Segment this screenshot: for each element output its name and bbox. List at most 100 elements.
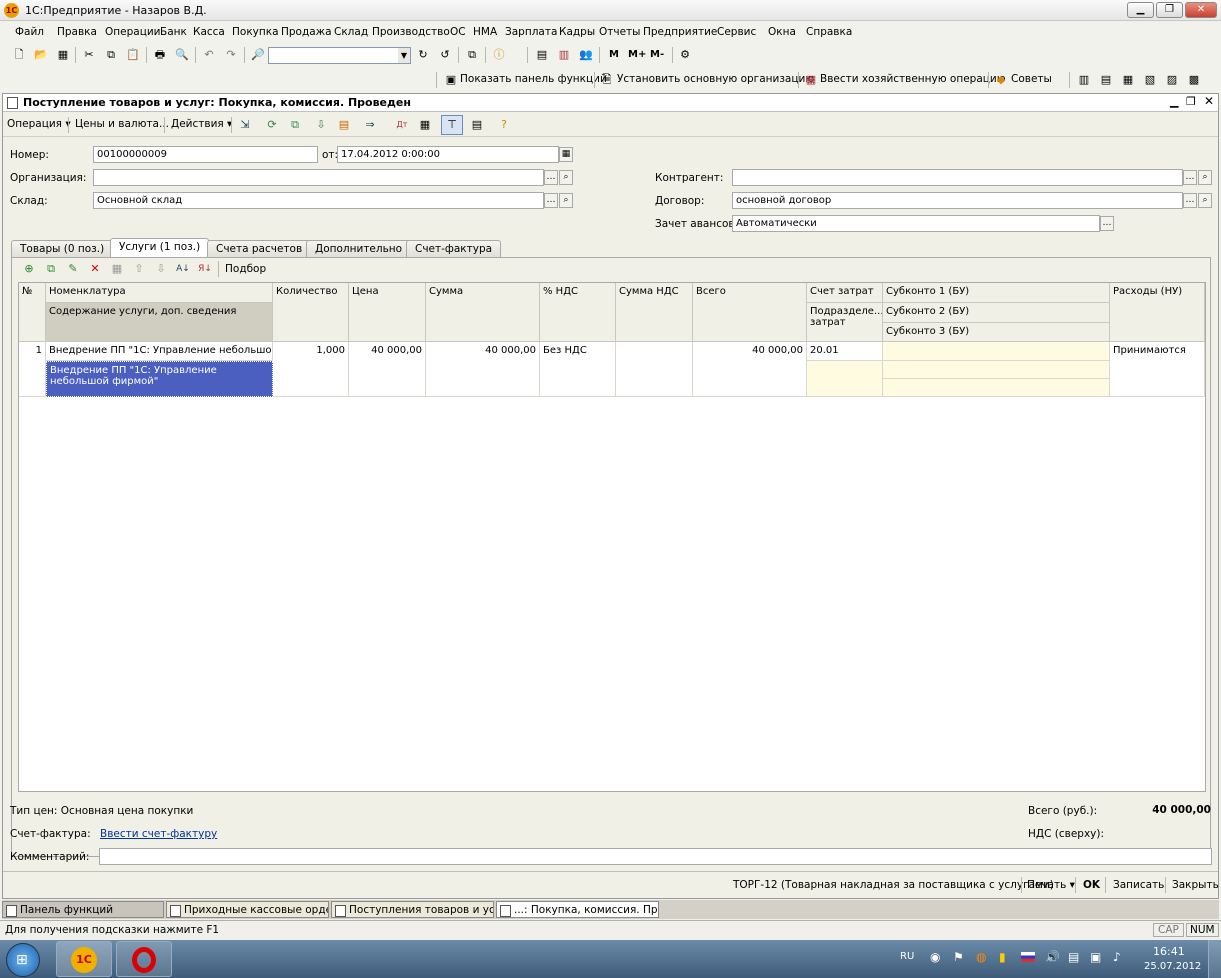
- structure-icon[interactable]: ▦: [1121, 73, 1135, 87]
- redo-icon[interactable]: ↷: [224, 48, 238, 62]
- print-settings-icon[interactable]: ⇒: [363, 118, 377, 132]
- cell-subconto3[interactable]: [883, 379, 1110, 397]
- filter-toggle-button[interactable]: ⊤: [441, 115, 463, 135]
- menu-windows[interactable]: Окна: [768, 26, 796, 38]
- task-current-document[interactable]: ...: Покупка, комиссия. Про...: [496, 901, 659, 918]
- doc-close-button[interactable]: ✕: [1204, 94, 1214, 108]
- language-indicator[interactable]: RU: [900, 951, 914, 962]
- menu-service[interactable]: Сервис: [717, 26, 756, 38]
- dt-kt-icon[interactable]: Дт: [395, 118, 409, 132]
- taskbar-1c-app[interactable]: 1С: [56, 941, 112, 977]
- cell-sum[interactable]: 40 000,00: [426, 342, 540, 397]
- cell-nomenclature[interactable]: Внедрение ПП "1С: Управление небольшо...: [46, 342, 273, 361]
- advance-field[interactable]: Автоматически: [732, 215, 1100, 232]
- settings-icon[interactable]: ⚙: [678, 48, 692, 62]
- show-panel-button[interactable]: Показать панель функций: [460, 73, 607, 85]
- task-goods-receipts[interactable]: Поступления товаров и услуг: [331, 901, 494, 918]
- print-menu-button[interactable]: Печать ▾: [1027, 879, 1075, 891]
- contract-select-button[interactable]: …: [1183, 193, 1197, 208]
- tab-invoice[interactable]: Счет-фактура: [406, 240, 502, 257]
- torg12-button[interactable]: ТОРГ-12 (Товарная накладная за поставщик…: [733, 879, 1054, 891]
- cell-qty[interactable]: 1,000: [273, 342, 349, 397]
- move-up-icon[interactable]: ⇧: [132, 262, 146, 276]
- contractor-select-button[interactable]: …: [1183, 170, 1197, 185]
- menu-fixed-assets[interactable]: ОС: [450, 26, 466, 38]
- menu-intangibles[interactable]: НМА: [473, 26, 497, 38]
- find-prev-icon[interactable]: ↺: [438, 48, 452, 62]
- memory-plus-button[interactable]: M+: [628, 49, 646, 60]
- cell-vat-sum[interactable]: [616, 342, 693, 397]
- config-icon[interactable]: ▩: [1187, 73, 1201, 87]
- contractor-field[interactable]: [732, 169, 1183, 186]
- move-down-icon[interactable]: ⇩: [154, 262, 168, 276]
- cell-price[interactable]: 40 000,00: [349, 342, 426, 397]
- windows-icon[interactable]: ⧉: [465, 48, 479, 62]
- menu-edit[interactable]: Правка: [57, 26, 97, 38]
- menu-salary[interactable]: Зарплата: [505, 26, 557, 38]
- menu-bank[interactable]: Банк: [160, 26, 187, 38]
- chevron-down-icon[interactable]: ▼: [398, 48, 410, 63]
- tab-goods[interactable]: Товары (0 поз.): [11, 240, 114, 257]
- menu-enterprise[interactable]: Предприятие: [643, 26, 717, 38]
- cell-account[interactable]: 20.01: [807, 342, 883, 361]
- undo-icon[interactable]: ↶: [202, 48, 216, 62]
- save-button[interactable]: Записать: [1113, 879, 1164, 891]
- flag-icon[interactable]: ⚑: [953, 950, 964, 964]
- search-input[interactable]: ▼: [268, 47, 411, 64]
- calendar-icon[interactable]: ▥: [557, 48, 571, 62]
- start-button[interactable]: ⊞: [6, 943, 40, 977]
- date-field[interactable]: 17.04.2012 0:00:00: [337, 146, 559, 163]
- col-header-total[interactable]: Всего: [693, 283, 807, 342]
- users-icon[interactable]: 👥: [579, 48, 593, 62]
- col-header-qty[interactable]: Количество: [273, 283, 349, 342]
- menu-reports[interactable]: Отчеты: [599, 26, 640, 38]
- open-folder-icon[interactable]: 📂: [34, 48, 48, 62]
- columns-icon[interactable]: ▤: [470, 118, 484, 132]
- tab-additional[interactable]: Дополнительно: [306, 240, 412, 257]
- cell-content[interactable]: Внедрение ПП "1С: Управление небольшой ф…: [46, 361, 273, 397]
- display-icon[interactable]: ▣: [1090, 950, 1101, 964]
- memory-minus-button[interactable]: M-: [650, 49, 664, 60]
- org-field[interactable]: [93, 169, 544, 186]
- tree-icon[interactable]: ▤: [1099, 73, 1113, 87]
- sort-asc-icon[interactable]: A↓: [176, 262, 190, 276]
- org-select-button[interactable]: …: [544, 170, 558, 185]
- cell-dept[interactable]: [807, 361, 883, 397]
- end-edit-icon[interactable]: ▦: [110, 262, 124, 276]
- new-document-icon[interactable]: 🗋: [12, 48, 26, 62]
- col-header-sum[interactable]: Сумма: [426, 283, 540, 342]
- cell-subconto1[interactable]: [883, 342, 1110, 361]
- contract-search-icon[interactable]: ⌕: [1198, 193, 1212, 208]
- update-icon[interactable]: ▤: [1068, 950, 1079, 964]
- based-on-icon[interactable]: ⇩: [314, 118, 328, 132]
- show-desktop-button[interactable]: [1208, 940, 1221, 978]
- number-field[interactable]: 00100000009: [93, 146, 318, 163]
- print-icon[interactable]: 🖶: [153, 48, 167, 62]
- doc-minimize-button[interactable]: ▁: [1170, 95, 1178, 108]
- post-icon[interactable]: ⇲: [238, 118, 252, 132]
- org-chart-icon[interactable]: ▧: [1143, 73, 1157, 87]
- refresh-icon[interactable]: ⟳: [265, 118, 279, 132]
- tab-services[interactable]: Услуги (1 поз.): [110, 238, 210, 258]
- set-main-org-button[interactable]: Установить основную организацию: [617, 73, 814, 85]
- find-next-icon[interactable]: ↻: [416, 48, 430, 62]
- copy-icon[interactable]: ⧉: [104, 48, 118, 62]
- operation-menu-button[interactable]: Операция ▾: [7, 118, 71, 130]
- enter-operation-button[interactable]: Ввести хозяйственную операцию: [820, 73, 1006, 85]
- col-header-expenses[interactable]: Расходы (НУ): [1110, 283, 1205, 342]
- close-doc-button[interactable]: Закрыть: [1172, 879, 1219, 891]
- cell-total[interactable]: 40 000,00: [693, 342, 807, 397]
- enter-invoice-link[interactable]: Ввести счет-фактуру: [100, 828, 217, 840]
- speaker-icon[interactable]: 🔊: [1045, 950, 1060, 964]
- edit-row-icon[interactable]: ✎: [66, 262, 80, 276]
- info-icon[interactable]: ⓘ: [492, 48, 506, 62]
- tips-button[interactable]: Советы: [1011, 73, 1052, 85]
- cut-icon[interactable]: ✂: [82, 48, 96, 62]
- preview-icon[interactable]: 🔍: [175, 48, 189, 62]
- calculator-icon[interactable]: ▤: [535, 48, 549, 62]
- sort-desc-icon[interactable]: Я↓: [198, 262, 212, 276]
- warehouse-select-button[interactable]: …: [544, 193, 558, 208]
- col-header-num[interactable]: №: [19, 283, 46, 342]
- col-header-account[interactable]: Счет затрат ...: [807, 283, 883, 303]
- copy-row-icon[interactable]: ⧉: [44, 262, 58, 276]
